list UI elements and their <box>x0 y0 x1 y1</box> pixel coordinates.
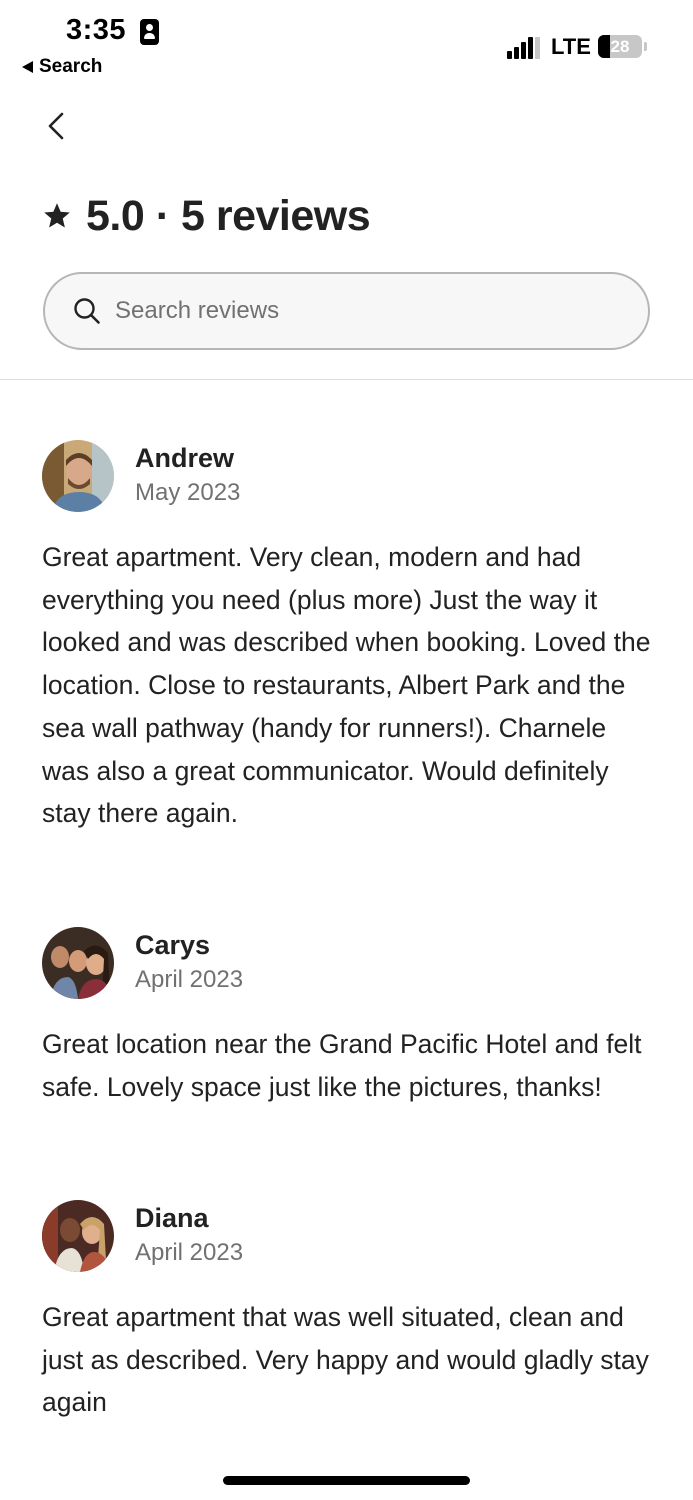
review-date: April 2023 <box>135 966 244 993</box>
reviewer-header: Andrew May 2023 <box>42 440 652 512</box>
avatar[interactable] <box>42 1200 114 1272</box>
review-text: Great apartment that was well situated, … <box>42 1302 649 1418</box>
back-to-app-label: Search <box>39 56 103 77</box>
review-text: Great location near the Grand Pacific Ho… <box>42 1029 642 1102</box>
star-icon <box>44 203 70 228</box>
reviewer-header: Diana April 2023 <box>42 1200 652 1272</box>
battery-icon: 28 <box>598 35 642 58</box>
review-date: May 2023 <box>135 479 241 506</box>
chevron-left-icon <box>48 112 64 140</box>
review-date: April 2023 <box>135 1239 244 1266</box>
back-to-app-link[interactable]: Search <box>22 55 102 79</box>
review-item: Diana April 2023 Great apartment that wa… <box>42 1200 652 1424</box>
reviewer-header: Carys April 2023 <box>42 927 652 999</box>
battery-percent: 28 <box>610 37 630 56</box>
status-bar: 3:35 Search LTE 28 <box>0 0 693 90</box>
network-type: LTE <box>551 34 591 59</box>
header-divider <box>0 379 693 380</box>
rating-heading: 5.0 · 5 reviews <box>42 186 371 246</box>
reviewer-name: Andrew <box>135 443 235 473</box>
avatar[interactable] <box>42 927 114 999</box>
reviewer-name: Carys <box>135 930 211 960</box>
search-reviews-box[interactable] <box>43 272 650 350</box>
reviewer-name: Diana <box>135 1203 209 1233</box>
home-indicator[interactable] <box>223 1476 470 1485</box>
review-item: Carys April 2023 Great location near the… <box>42 927 652 1108</box>
search-reviews-input[interactable] <box>115 297 615 325</box>
search-icon <box>74 298 100 324</box>
avatar[interactable] <box>42 440 114 512</box>
status-time: 3:35 <box>66 14 127 46</box>
signal-icon <box>507 37 541 59</box>
review-item: Andrew May 2023 Great apartment. Very cl… <box>42 440 652 835</box>
rating-summary: 5.0 · 5 reviews <box>86 191 371 240</box>
badge-icon <box>140 19 159 45</box>
back-button[interactable] <box>38 108 74 144</box>
review-text: Great apartment. Very clean, modern and … <box>42 542 651 829</box>
battery-cap <box>644 42 647 51</box>
back-triangle-icon <box>22 61 33 73</box>
